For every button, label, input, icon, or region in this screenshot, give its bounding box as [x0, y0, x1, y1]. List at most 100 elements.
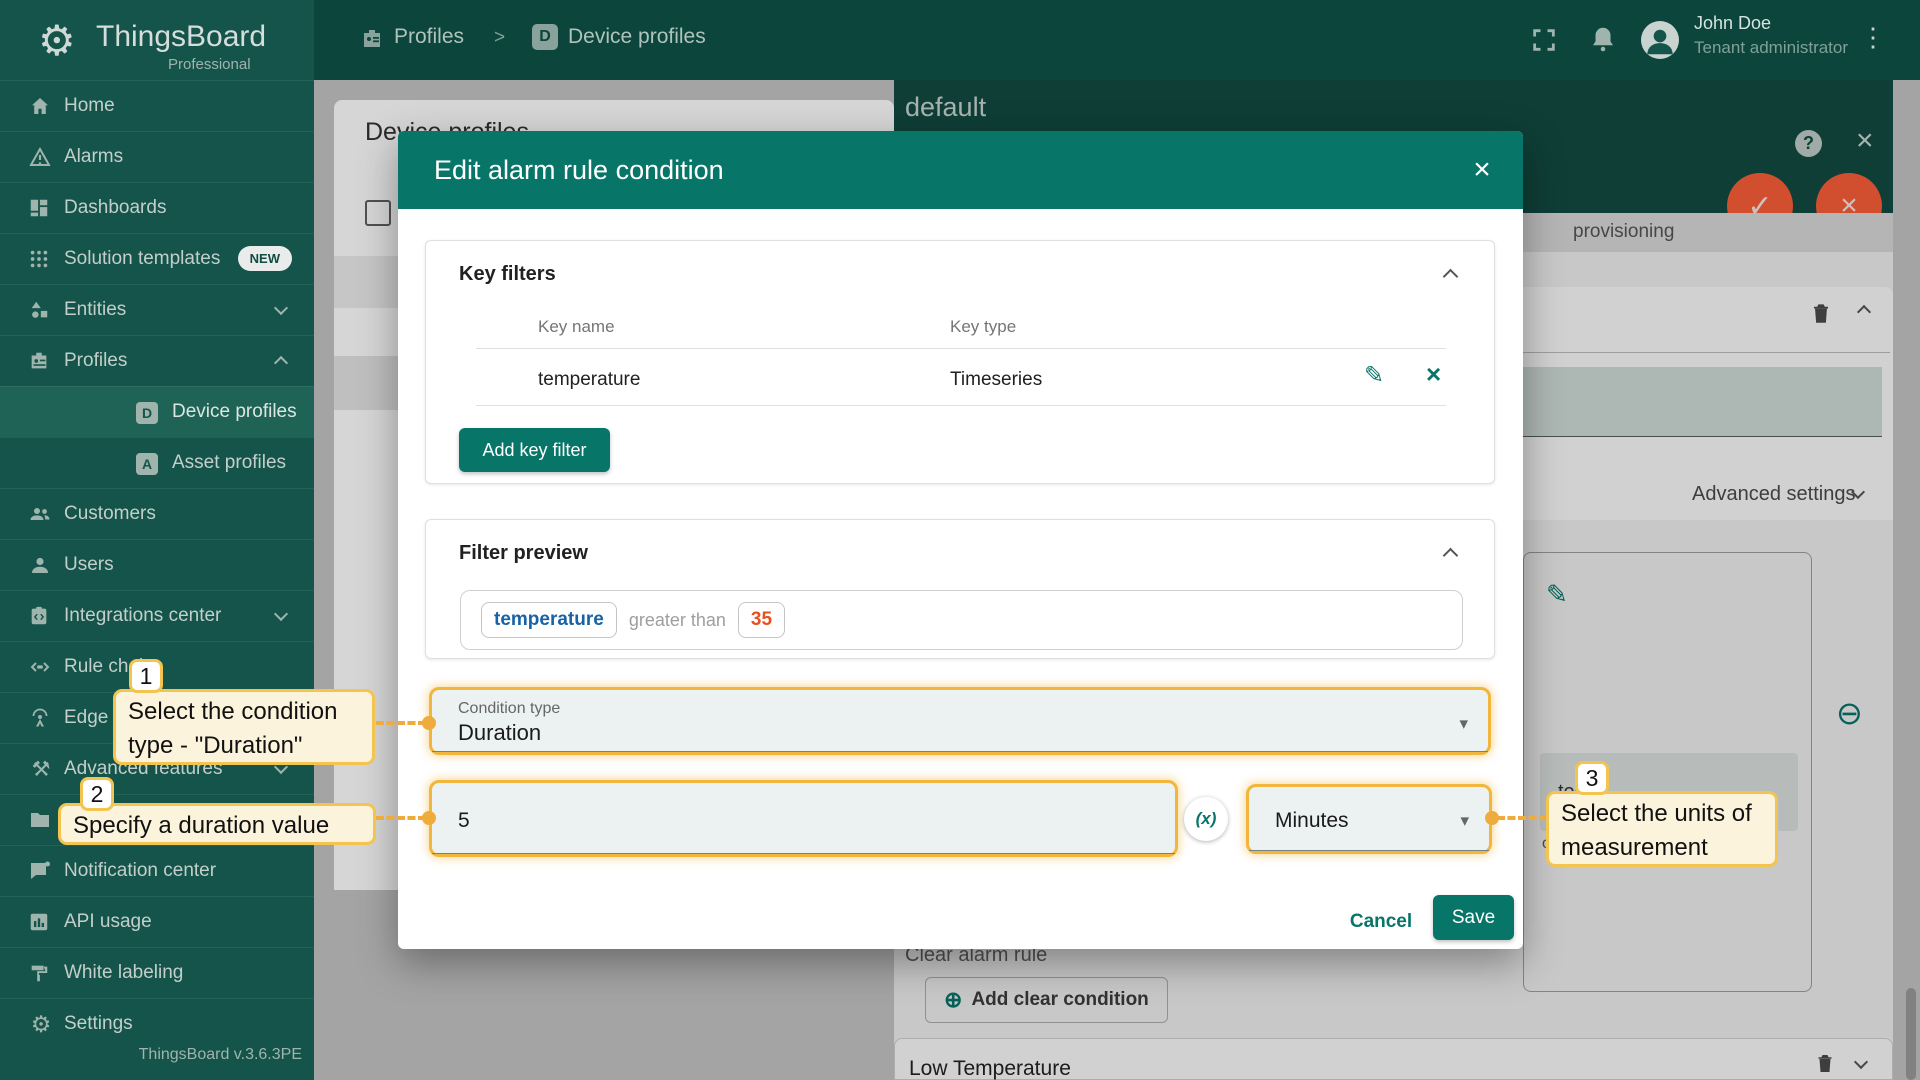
thingsboard-logo-icon: ⚙ — [38, 17, 76, 64]
sidebar-item-users[interactable]: Users — [0, 539, 314, 590]
sidebar-item-device-profiles[interactable]: D Device profiles — [0, 386, 314, 437]
key-name-cell: temperature — [538, 369, 641, 390]
sidebar-item-label: Home — [64, 95, 115, 116]
breadcrumb-profiles-icon — [360, 27, 384, 51]
fx-icon[interactable]: (x) — [1184, 797, 1228, 841]
units-select[interactable]: Minutes ▾ — [1246, 784, 1492, 854]
callout-1-text: Select the condition type - "Duration" — [113, 689, 375, 765]
sidebar-item-alarms[interactable]: Alarms — [0, 131, 314, 182]
sidebar-item-label: Users — [64, 554, 114, 575]
notifications-bell-icon[interactable] — [1588, 24, 1618, 54]
version-label: ThingsBoard v.3.6.3PE — [138, 1046, 302, 1063]
profiles-icon — [28, 350, 54, 372]
dialog-close-icon[interactable]: × — [1463, 151, 1501, 189]
operator-text: greater than — [628, 609, 726, 630]
callout-1-anchor-dot — [422, 716, 436, 730]
asset-profiles-icon: A — [134, 451, 160, 475]
duration-value-input[interactable]: 5 — [429, 780, 1178, 857]
sidebar-item-solution-templates[interactable]: Solution templates NEW — [0, 233, 314, 284]
key-filters-card: Key filters Key name Key type temperatur… — [425, 240, 1495, 484]
cancel-button[interactable]: Cancel — [1336, 901, 1426, 943]
breadcrumb-device-profiles[interactable]: Device profiles — [568, 25, 706, 49]
field-underline — [432, 853, 1175, 854]
column-key-type: Key type — [950, 317, 1017, 336]
settings-gear-icon: ⚙ — [30, 1010, 52, 1037]
value-chip: 35 — [737, 602, 786, 638]
filter-preview-card: Filter preview temperature greater than … — [425, 519, 1495, 659]
top-toolbar: Profiles > D Device profiles John Doe Te… — [314, 0, 1920, 80]
sidebar-item-label: Dashboards — [64, 197, 167, 218]
sidebar-item-label: Settings — [64, 1013, 133, 1034]
solution-templates-icon — [28, 248, 54, 270]
sidebar-item-notification-center[interactable]: Notification center — [0, 845, 314, 896]
condition-type-select[interactable]: Condition type Duration ▾ — [429, 687, 1491, 755]
user-name: John Doe — [1694, 13, 1772, 33]
folder-icon — [28, 808, 54, 832]
chevron-up-icon — [273, 355, 289, 371]
chevron-down-icon — [273, 300, 289, 316]
sidebar-item-label: Notification center — [64, 860, 217, 881]
sidebar-item-label: White labeling — [64, 962, 184, 983]
fullscreen-icon[interactable] — [1530, 26, 1558, 54]
sidebar-item-profiles[interactable]: Profiles — [0, 335, 314, 386]
alarms-icon — [28, 145, 54, 169]
sidebar-item-label: Device profiles — [172, 401, 297, 422]
new-badge: NEW — [237, 246, 292, 271]
sidebar-item-entities[interactable]: Entities — [0, 284, 314, 335]
sidebar-item-label: Profiles — [64, 350, 128, 371]
callout-2-anchor-dot — [422, 811, 436, 825]
dropdown-arrow-icon: ▾ — [1459, 714, 1468, 733]
breadcrumb-profiles[interactable]: Profiles — [394, 25, 464, 49]
callout-2-number: 2 — [80, 777, 114, 811]
units-value: Minutes — [1275, 809, 1349, 832]
api-usage-icon — [28, 911, 54, 933]
customers-icon — [28, 502, 54, 526]
field-underline — [1249, 850, 1489, 851]
entities-icon — [28, 299, 54, 321]
filter-preview-title: Filter preview — [459, 542, 588, 564]
device-profiles-icon: D — [134, 400, 160, 424]
sidebar-item-customers[interactable]: Customers — [0, 488, 314, 539]
sidebar-item-home[interactable]: Home — [0, 80, 314, 131]
field-underline — [432, 751, 1488, 752]
callout-3-anchor-dot — [1485, 811, 1499, 825]
white-labeling-icon — [28, 962, 54, 984]
divider — [476, 405, 1446, 406]
avatar[interactable] — [1641, 21, 1679, 59]
sidebar-item-dashboards[interactable]: Dashboards — [0, 182, 314, 233]
callout-2-connector — [376, 816, 426, 820]
sidebar-item-settings[interactable]: ⚙ Settings — [0, 998, 314, 1049]
edit-key-filter-icon[interactable]: ✎ — [1364, 361, 1384, 390]
sidebar-item-label: Alarms — [64, 146, 124, 167]
callout-3-connector — [1497, 816, 1547, 820]
key-filters-title: Key filters — [459, 263, 556, 285]
divider — [476, 348, 1446, 349]
edit-alarm-rule-condition-dialog: Edit alarm rule condition × Key filters … — [398, 131, 1523, 949]
callout-1-connector — [376, 721, 426, 725]
sidebar-item-asset-profiles[interactable]: A Asset profiles — [0, 437, 314, 488]
logo-subtitle: Professional — [168, 56, 251, 73]
integrations-center-icon — [28, 605, 54, 627]
callout-3-text: Select the units of measurement — [1546, 791, 1778, 867]
notification-center-icon — [28, 859, 54, 883]
sidebar-item-integrations-center[interactable]: Integrations center — [0, 590, 314, 641]
key-type-cell: Timeseries — [950, 369, 1043, 390]
add-key-filter-button[interactable]: Add key filter — [459, 428, 610, 472]
users-icon — [28, 553, 54, 577]
condition-type-value: Duration — [458, 720, 542, 745]
advanced-features-icon: ⚒ — [31, 757, 51, 781]
dialog-header: Edit alarm rule condition × — [398, 131, 1523, 209]
collapse-filter-preview-icon[interactable] — [1442, 547, 1459, 564]
remove-key-filter-icon[interactable]: × — [1426, 359, 1441, 390]
sidebar-item-label: Entities — [64, 299, 127, 320]
sidebar-item-white-labeling[interactable]: White labeling — [0, 947, 314, 998]
key-chip: temperature — [481, 602, 617, 638]
save-button[interactable]: Save — [1433, 895, 1514, 940]
sidebar-item-label: Customers — [64, 503, 156, 524]
sidebar-item-api-usage[interactable]: API usage — [0, 896, 314, 947]
dashboards-icon — [28, 197, 54, 219]
edge-management-icon — [28, 706, 54, 730]
more-vert-icon[interactable]: ⋮ — [1860, 22, 1886, 53]
collapse-key-filters-icon[interactable] — [1442, 268, 1459, 285]
rule-chains-icon — [28, 655, 54, 679]
